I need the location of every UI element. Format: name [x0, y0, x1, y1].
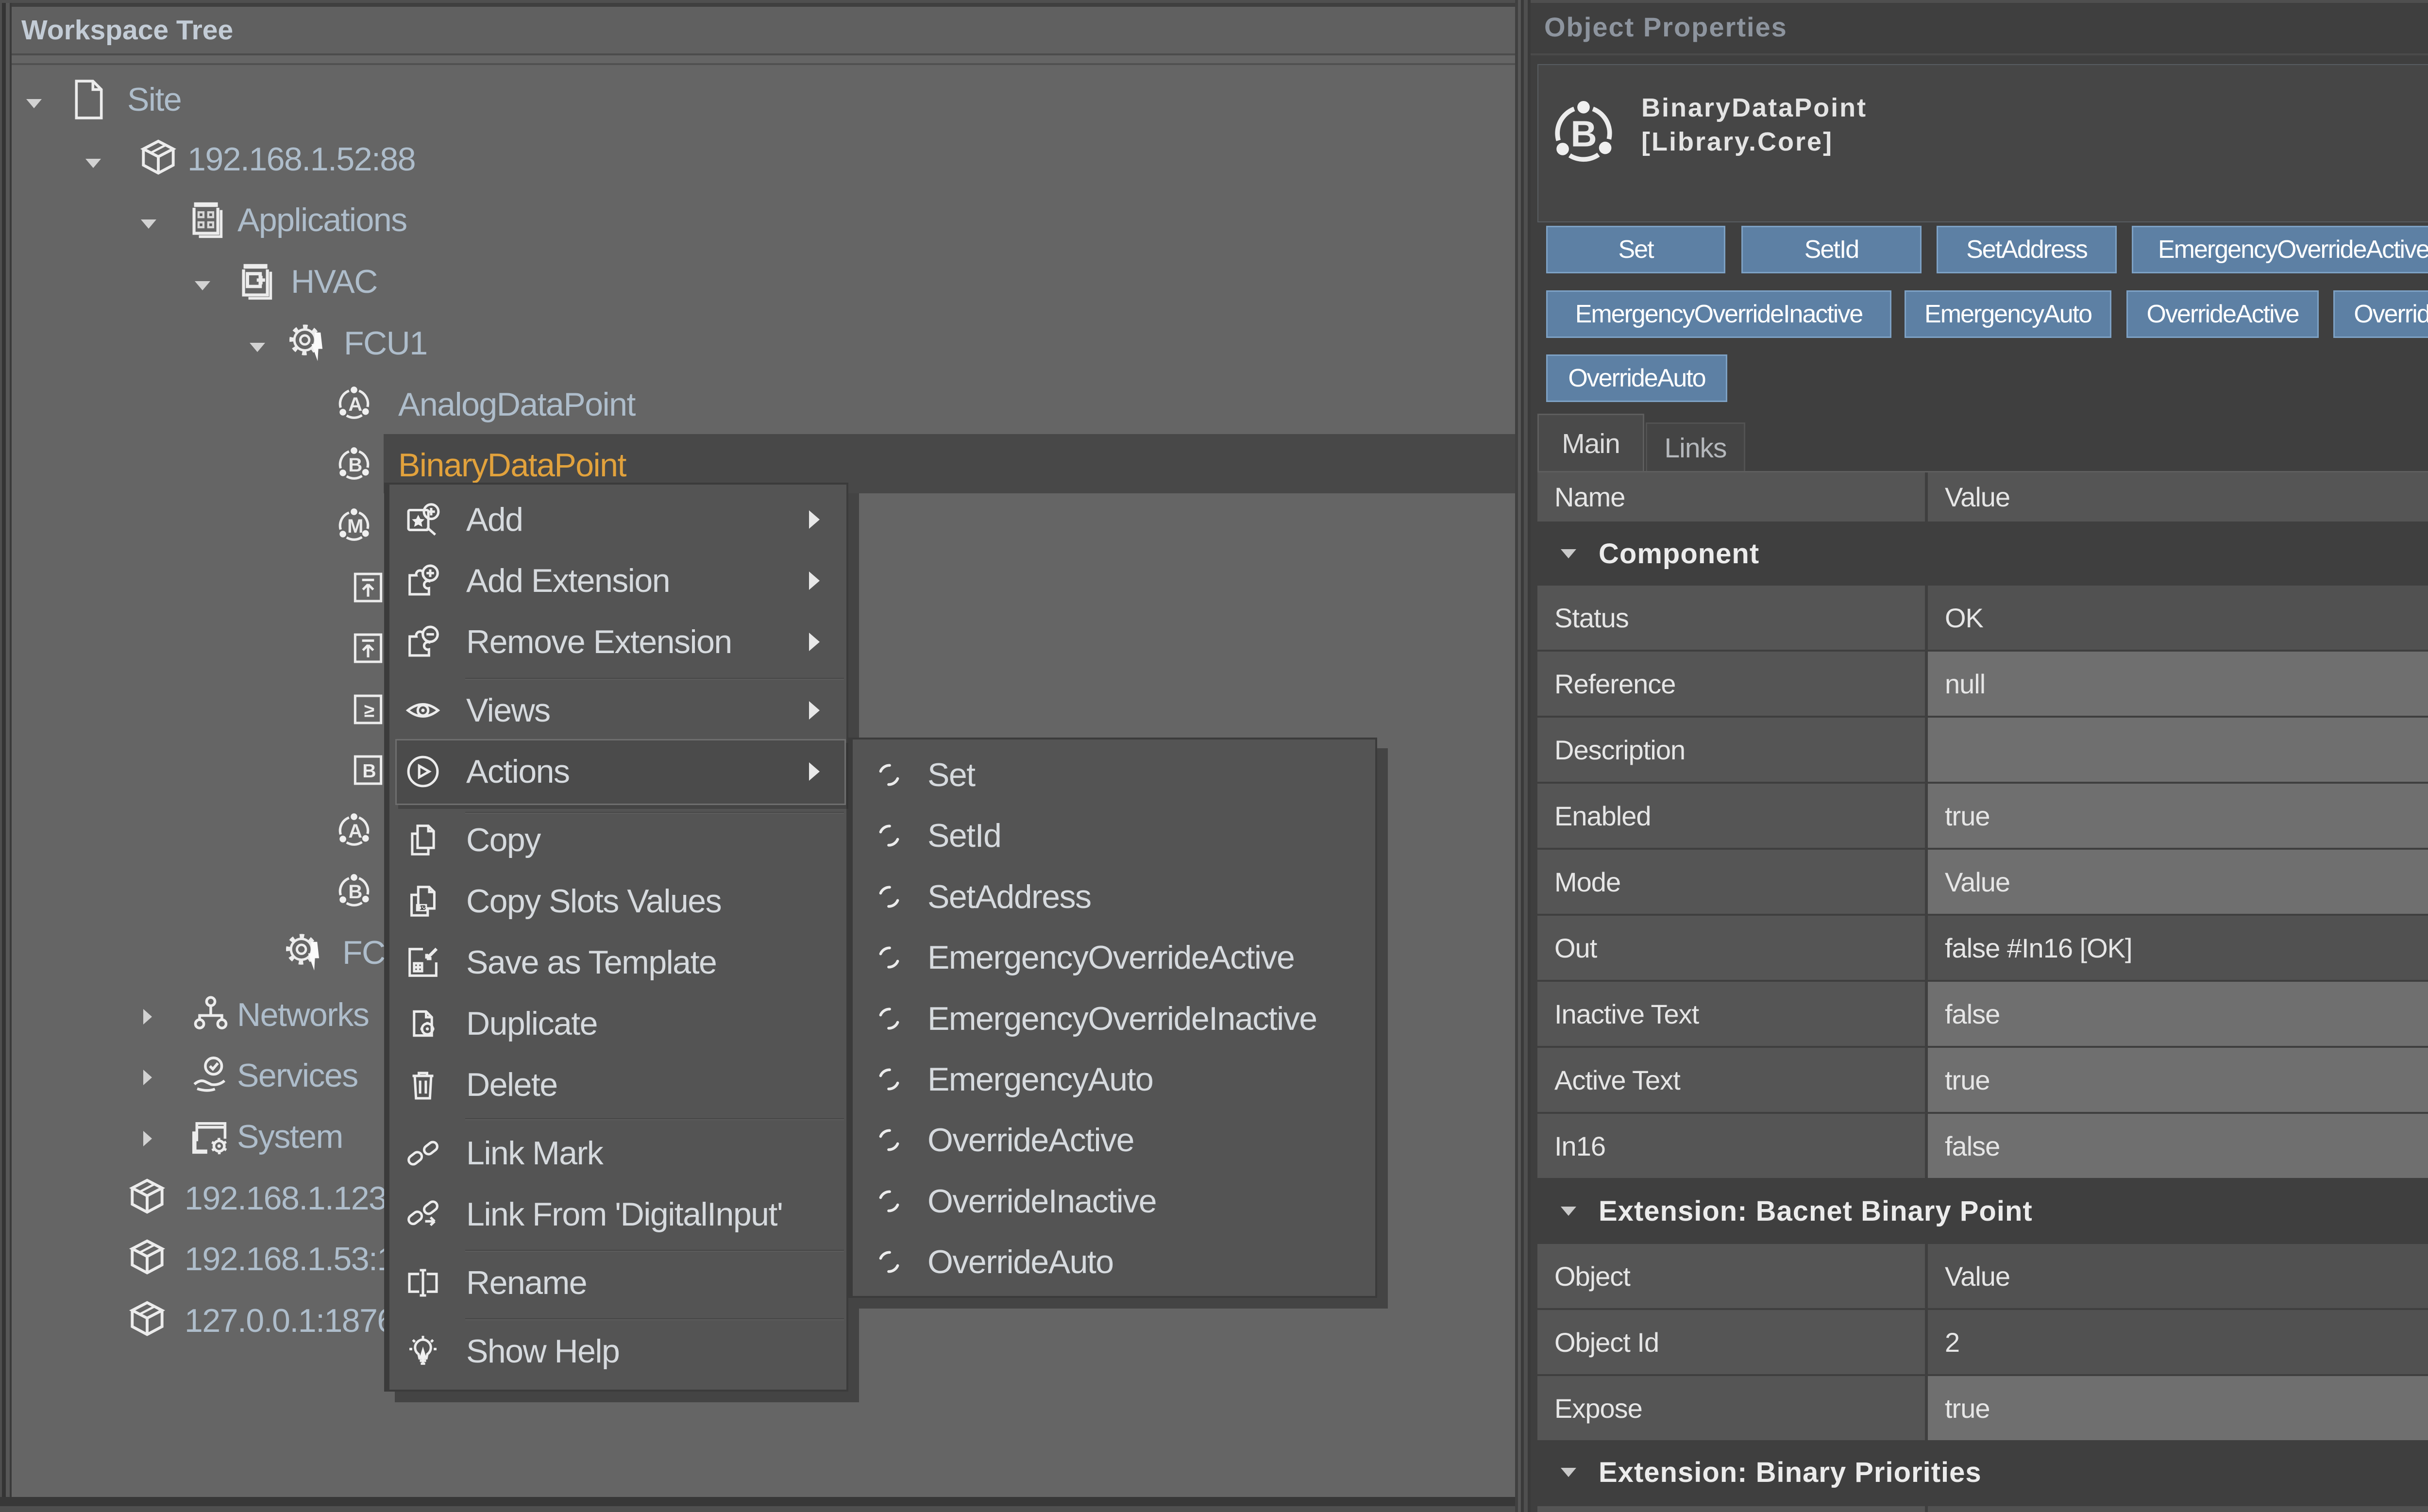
svg-text:A: A — [348, 394, 362, 415]
svg-text:B: B — [348, 454, 362, 476]
svg-text:B: B — [1571, 113, 1597, 154]
